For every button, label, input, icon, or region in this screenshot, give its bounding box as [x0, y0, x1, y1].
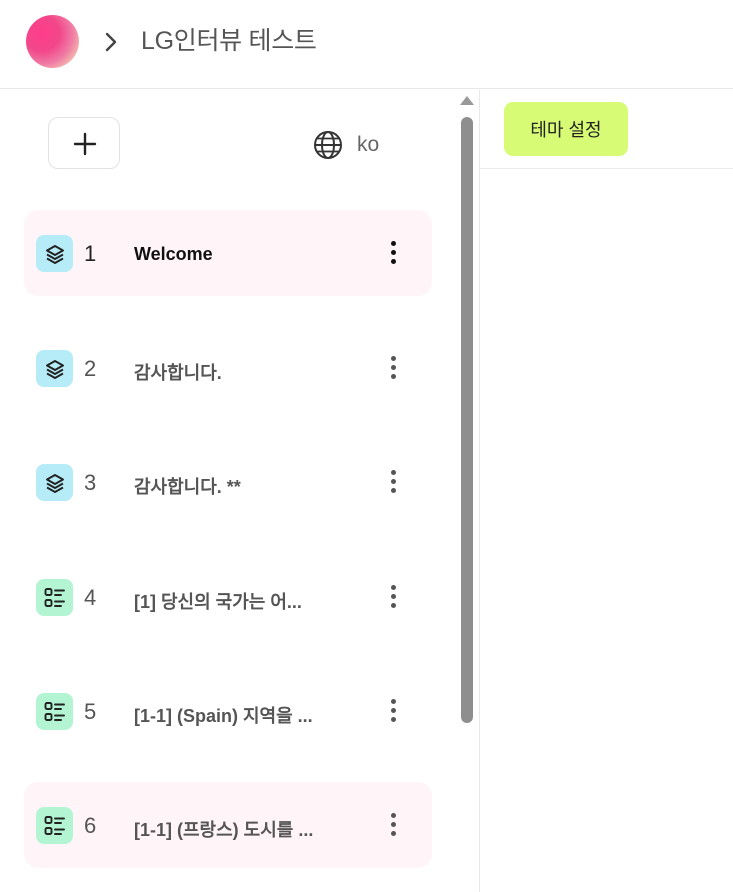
step-item[interactable]: 1 Welcome: [24, 210, 432, 296]
language-label: ko: [357, 133, 380, 156]
language-selector[interactable]: ko: [313, 130, 379, 160]
step-number: 5: [84, 699, 97, 724]
sidebar-scrollbar-thumb[interactable]: [461, 117, 473, 723]
step-title: 감사합니다. **: [134, 477, 241, 497]
project-title[interactable]: LG인터뷰 테스트: [141, 24, 317, 58]
step-title: [1-1] (Spain) 지역을 ...: [134, 706, 313, 726]
step-number: 3: [84, 470, 97, 495]
list-icon: [36, 579, 73, 616]
step-title: 감사합니다.: [134, 363, 222, 383]
layers-icon: [36, 464, 73, 501]
step-sidebar: ko 1 Welcome 2 감사합니다. 3 감사합니다. ** 4 [1] …: [0, 90, 455, 892]
step-title: Welcome: [134, 244, 213, 264]
step-title: [1] 당신의 국가는 어...: [134, 592, 302, 612]
step-number: 4: [84, 585, 97, 610]
step-item[interactable]: 2 감사합니다.: [24, 325, 432, 411]
step-item[interactable]: 3 감사합니다. **: [24, 439, 432, 525]
more-options-icon[interactable]: [388, 699, 398, 729]
plus-icon: [73, 132, 97, 156]
step-item[interactable]: 6 [1-1] (프랑스) 도시를 ...: [24, 782, 432, 868]
chevron-right-icon: [105, 32, 117, 52]
add-step-button[interactable]: [48, 117, 120, 169]
step-item[interactable]: 4 [1] 당신의 국가는 어...: [24, 554, 432, 640]
step-title: [1-1] (프랑스) 도시를 ...: [134, 820, 314, 840]
globe-icon: [314, 131, 342, 159]
step-number: 2: [84, 356, 97, 381]
step-item[interactable]: 5 [1-1] (Spain) 지역을 ...: [24, 668, 432, 754]
more-options-icon[interactable]: [388, 241, 398, 271]
layers-icon: [36, 235, 73, 272]
scroll-up-arrow-icon[interactable]: [460, 96, 474, 105]
list-icon: [36, 807, 73, 844]
more-options-icon[interactable]: [388, 813, 398, 843]
more-options-icon[interactable]: [388, 470, 398, 500]
toolbar-divider: [480, 168, 733, 169]
more-options-icon[interactable]: [388, 356, 398, 386]
list-icon: [36, 693, 73, 730]
panel-divider: [479, 90, 480, 892]
more-options-icon[interactable]: [388, 585, 398, 615]
avatar[interactable]: [26, 15, 79, 68]
step-number: 6: [84, 813, 97, 838]
layers-icon: [36, 350, 73, 387]
theme-settings-button[interactable]: 테마 설정: [504, 102, 628, 156]
top-bar: LG인터뷰 테스트: [0, 0, 733, 89]
step-number: 1: [84, 241, 97, 266]
